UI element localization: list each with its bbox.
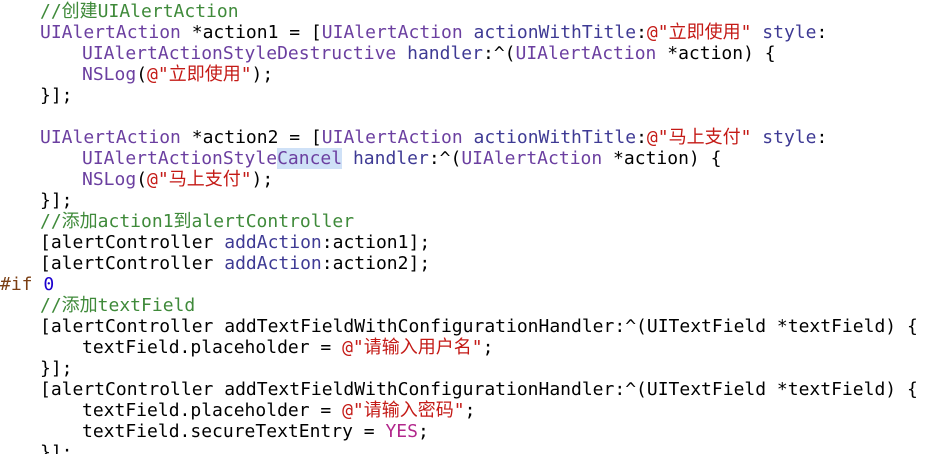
code-token-plain: *action1 = [ <box>180 22 322 43</box>
code-token-plain: :action1]; <box>321 232 431 253</box>
code-token-plain: ); <box>251 64 274 85</box>
code-token-method: style <box>762 127 817 148</box>
code-token-type: UIAlertAction <box>321 22 463 43</box>
code-token-plain: ( <box>136 169 148 190</box>
code-token-preprocessor: #if <box>0 274 44 295</box>
code-line[interactable]: }]; <box>40 190 73 211</box>
code-token-plain: ; <box>482 337 494 358</box>
code-token-string: @"请输入用户名" <box>342 337 483 358</box>
code-token-plain: *action) { <box>656 43 776 64</box>
code-token-method: handler <box>407 43 483 64</box>
code-token-type: UIAlertAction <box>461 148 603 169</box>
code-token-string: @"请输入密码" <box>342 400 465 421</box>
code-line[interactable]: //添加action1到alertController <box>40 211 354 232</box>
code-token-plain: : <box>816 127 828 148</box>
code-token-method: actionWithTitle <box>473 22 637 43</box>
code-line[interactable]: NSLog(@"立即使用"); <box>82 64 273 85</box>
code-token-method: addAction <box>224 232 322 253</box>
code-token-plain: : <box>636 22 647 43</box>
code-token-string: @"立即使用" <box>147 64 252 85</box>
code-token-comment: //创建UIAlertAction <box>40 1 239 22</box>
code-token-plain: textField.secureTextEntry = <box>82 421 386 442</box>
code-token-keyword: YES <box>385 421 418 442</box>
code-line[interactable]: }]; <box>40 358 73 379</box>
code-token-plain: :^( <box>428 148 462 169</box>
code-token-method: style <box>762 22 817 43</box>
code-editor[interactable]: //创建UIAlertAction UIAlertAction *action1 … <box>0 0 937 454</box>
code-token-plain: ( <box>136 64 148 85</box>
code-line[interactable]: textField.placeholder = @"请输入密码"; <box>82 400 475 421</box>
code-token-number: 0 <box>43 274 55 295</box>
code-token-plain: : <box>816 22 828 43</box>
code-token-plain: :action2]; <box>321 253 431 274</box>
code-token-plain: :^( <box>482 43 516 64</box>
code-token-plain: : <box>636 127 647 148</box>
code-token-string: @"马上支付" <box>147 169 252 190</box>
code-token-plain: [alertController <box>40 232 225 253</box>
code-token-type: UIAlertActionStyleDestructive <box>82 43 397 64</box>
code-token-plain: [alertController <box>40 253 225 274</box>
code-token-plain: }]; <box>40 442 73 454</box>
code-line[interactable]: NSLog(@"马上支付"); <box>82 169 273 190</box>
code-line[interactable]: textField.placeholder = @"请输入用户名"; <box>82 337 493 358</box>
code-line[interactable]: [alertController addAction:action1]; <box>40 232 430 253</box>
code-token-method: actionWithTitle <box>473 127 637 148</box>
code-token-plain: textField.placeholder = <box>82 400 343 421</box>
code-line[interactable]: //添加textField <box>40 295 195 316</box>
code-line[interactable]: UIAlertActionStyleDestructive handler:^(… <box>82 43 776 64</box>
code-token-method: handler <box>352 148 429 169</box>
code-line[interactable]: UIAlertAction *action1 = [UIAlertAction … <box>40 22 827 43</box>
code-token-plain: }]; <box>40 190 73 211</box>
code-line[interactable]: textField.secureTextEntry = YES; <box>82 421 429 442</box>
code-token-plain: }]; <box>40 358 73 379</box>
code-token-comment: //添加textField <box>40 295 196 316</box>
code-token-plain: ; <box>417 421 429 442</box>
code-line[interactable]: [alertController addTextFieldWithConfigu… <box>40 316 918 337</box>
code-token-type: Cancel <box>277 148 343 169</box>
code-line[interactable]: #if 0 <box>0 274 54 295</box>
code-token-type: NSLog <box>82 64 137 85</box>
code-token-type: UIAlertAction <box>40 22 181 43</box>
code-token-type: UIAlertActionStyle <box>82 148 278 169</box>
code-token-plain: ; <box>464 400 476 421</box>
code-token-plain: *action2 = [ <box>180 127 322 148</box>
code-token-plain: }]; <box>40 85 73 106</box>
code-token-plain: textField.placeholder = <box>82 337 343 358</box>
code-line[interactable]: //创建UIAlertAction <box>40 1 239 22</box>
code-line[interactable]: }]; <box>40 442 73 454</box>
code-token-string: @"马上支付" <box>646 127 752 148</box>
code-token-type: NSLog <box>82 169 137 190</box>
code-token-plain: [alertController addTextFieldWithConfigu… <box>40 379 918 400</box>
code-token-plain: [alertController addTextFieldWithConfigu… <box>40 316 918 337</box>
code-token-type: UIAlertAction <box>321 127 463 148</box>
code-token-method: addAction <box>224 253 322 274</box>
code-line[interactable]: [alertController addTextFieldWithConfigu… <box>40 379 918 400</box>
code-line[interactable]: UIAlertAction *action2 = [UIAlertAction … <box>40 127 827 148</box>
code-line[interactable]: UIAlertActionStyleCancel handler:^(UIAle… <box>82 148 721 169</box>
code-token-plain: *action) { <box>602 148 722 169</box>
code-line[interactable]: }]; <box>40 85 73 106</box>
code-token-string: @"立即使用" <box>646 22 752 43</box>
code-token-plain: ); <box>251 169 274 190</box>
code-token-comment: //添加action1到alertController <box>40 211 355 232</box>
code-token-type: UIAlertAction <box>515 43 657 64</box>
code-line[interactable]: [alertController addAction:action2]; <box>40 253 430 274</box>
code-token-type: UIAlertAction <box>40 127 181 148</box>
